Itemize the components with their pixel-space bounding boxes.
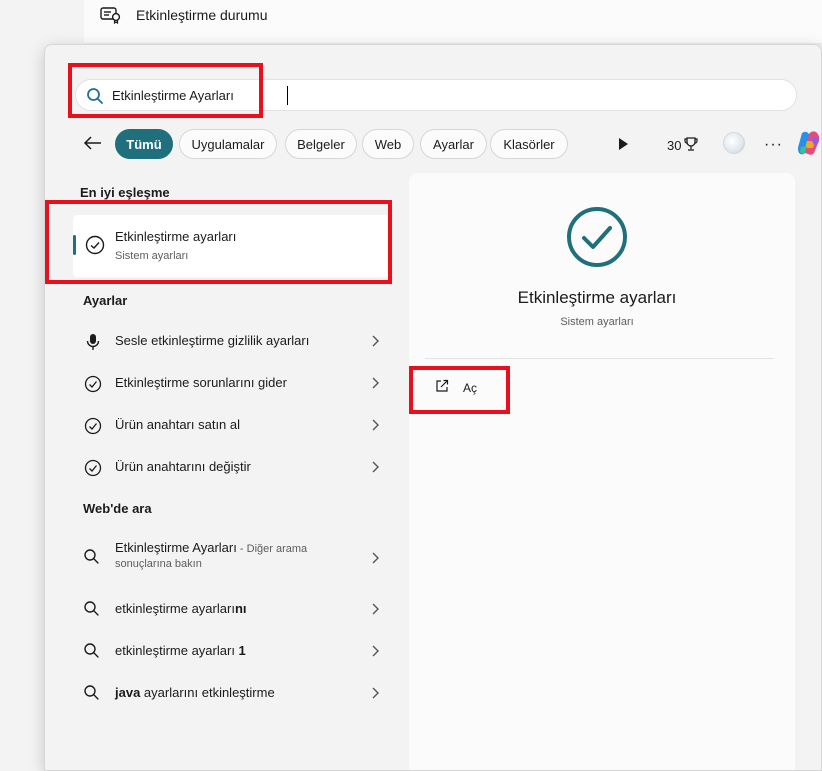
chevron-right-icon bbox=[370, 376, 380, 395]
trophy-icon bbox=[684, 136, 699, 155]
activation-status-item[interactable]: Etkinleştirme durumu bbox=[100, 6, 268, 24]
suggestion-bold-text: java bbox=[115, 685, 141, 700]
chevron-right-icon bbox=[370, 551, 380, 570]
settings-item-buy-key[interactable]: Ürün anahtarı satın al bbox=[83, 407, 383, 443]
background-settings-window: Etkinleştirme durumu bbox=[84, 0, 822, 44]
tab-folders[interactable]: Klasörler bbox=[490, 129, 568, 159]
best-match-subtitle: Sistem ayarları bbox=[115, 250, 189, 262]
web-query-hint: - Diğer arama bbox=[236, 543, 308, 555]
preview-title: Etkinleştirme ayarları bbox=[517, 288, 677, 307]
suggestion-text: etkinleştirme ayarları bbox=[115, 601, 235, 616]
text-caret bbox=[287, 86, 288, 105]
settings-item-change-key[interactable]: Ürün anahtarını değiştir bbox=[83, 449, 383, 485]
search-icon bbox=[83, 600, 101, 623]
search-panel: Tümü Uygulamalar Belgeler Web Ayarlar Kl… bbox=[44, 44, 822, 771]
suggestion-text: etkinleştirme ayarları bbox=[115, 643, 239, 658]
check-circle-icon bbox=[83, 416, 103, 441]
web-query-hint-line2: sonuçlarına bakın bbox=[115, 558, 202, 570]
copilot-icon[interactable] bbox=[793, 127, 821, 164]
best-match-title: Etkinleştirme ayarları bbox=[115, 229, 237, 244]
suggestion-bold-text: 1 bbox=[238, 643, 246, 658]
chevron-right-icon bbox=[370, 644, 380, 663]
chevron-right-icon bbox=[370, 334, 380, 353]
search-box[interactable] bbox=[75, 79, 797, 111]
search-icon bbox=[83, 684, 101, 707]
selection-indicator bbox=[73, 235, 76, 255]
web-item-suggestion[interactable]: java ayarlarını etkinleştirme bbox=[83, 675, 383, 711]
preview-pane: Etkinleştirme ayarları Sistem ayarları A… bbox=[409, 173, 795, 770]
settings-item-label: Etkinleştirme sorunlarını gider bbox=[115, 375, 287, 390]
divider bbox=[425, 358, 774, 359]
settings-heading: Ayarlar bbox=[83, 293, 128, 308]
rewards-points[interactable]: 30 bbox=[667, 136, 699, 155]
activation-status-label: Etkinleştirme durumu bbox=[136, 7, 268, 23]
search-icon bbox=[83, 548, 101, 571]
filter-bar: Tümü Uygulamalar Belgeler Web Ayarlar Kl… bbox=[81, 127, 820, 161]
chevron-right-icon bbox=[370, 418, 380, 437]
suggestion-text: ayarlarını etkinleştirme bbox=[140, 685, 275, 700]
preview-subtitle: Sistem ayarları bbox=[560, 316, 634, 328]
open-label: Aç bbox=[463, 380, 478, 395]
web-item-query[interactable]: Etkinleştirme Ayarları - Diğer arama son… bbox=[83, 535, 383, 579]
web-query-text: Etkinleştirme Ayarları bbox=[115, 540, 237, 555]
tab-documents[interactable]: Belgeler bbox=[285, 129, 357, 159]
search-icon bbox=[83, 642, 101, 665]
search-icon bbox=[86, 87, 104, 110]
web-item-suggestion[interactable]: etkinleştirme ayarları 1 bbox=[83, 633, 383, 669]
check-circle-icon bbox=[83, 458, 103, 483]
tab-web[interactable]: Web bbox=[362, 129, 414, 159]
suggestion-bold-text: nı bbox=[234, 601, 247, 616]
play-icon[interactable] bbox=[617, 137, 629, 156]
back-arrow-icon[interactable] bbox=[83, 135, 103, 156]
check-circle-icon bbox=[565, 205, 629, 274]
web-item-suggestion[interactable]: etkinleştirme ayarlarını bbox=[83, 591, 383, 627]
settings-item-voice-activation[interactable]: Sesle etkinleştirme gizlilik ayarları bbox=[83, 323, 383, 359]
certificate-icon bbox=[100, 6, 122, 24]
tab-apps[interactable]: Uygulamalar bbox=[179, 129, 277, 159]
more-options-icon[interactable]: ··· bbox=[764, 136, 783, 154]
best-match-heading: En iyi eşleşme bbox=[80, 185, 170, 200]
chevron-right-icon bbox=[370, 602, 380, 621]
settings-item-label: Ürün anahtarı satın al bbox=[115, 417, 241, 432]
search-input[interactable] bbox=[112, 85, 512, 105]
check-circle-icon bbox=[83, 374, 103, 399]
tab-all[interactable]: Tümü bbox=[115, 129, 173, 159]
points-value: 30 bbox=[667, 138, 682, 153]
settings-item-label: Sesle etkinleştirme gizlilik ayarları bbox=[115, 333, 310, 348]
tab-settings[interactable]: Ayarlar bbox=[420, 129, 487, 159]
check-circle-icon bbox=[85, 235, 105, 260]
chevron-right-icon bbox=[370, 686, 380, 705]
account-avatar[interactable] bbox=[723, 132, 745, 154]
open-external-icon bbox=[435, 379, 449, 396]
settings-item-troubleshoot[interactable]: Etkinleştirme sorunlarını gider bbox=[83, 365, 383, 401]
settings-item-label: Ürün anahtarını değiştir bbox=[115, 459, 251, 474]
web-search-heading: Web'de ara bbox=[83, 501, 152, 516]
microphone-icon bbox=[83, 332, 103, 357]
best-match-item[interactable]: Etkinleştirme ayarları Sistem ayarları bbox=[73, 215, 391, 277]
open-button[interactable]: Aç bbox=[435, 379, 477, 396]
chevron-right-icon bbox=[370, 460, 380, 479]
